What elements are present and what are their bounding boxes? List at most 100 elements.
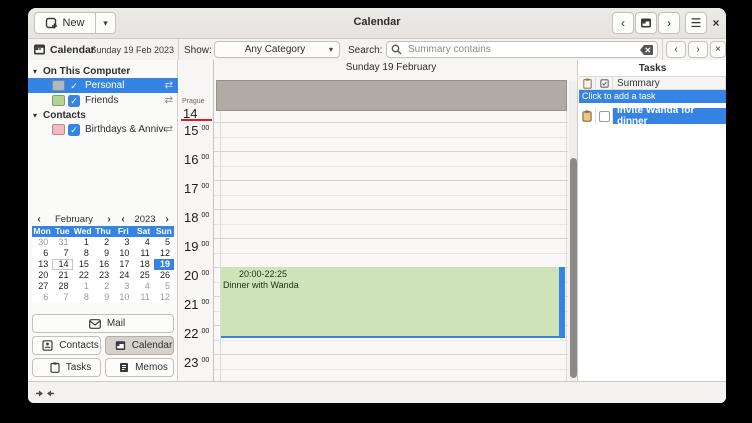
mini-cal-day[interactable]: 5 xyxy=(154,281,174,292)
status-bar xyxy=(28,381,726,403)
mini-cal-day[interactable]: 27 xyxy=(32,281,52,292)
mini-cal-day[interactable]: 4 xyxy=(133,281,153,292)
switcher-mail-button[interactable]: Mail xyxy=(32,314,174,333)
mini-cal-day[interactable]: 14 xyxy=(52,259,72,270)
switcher-label: Calendar xyxy=(132,340,173,351)
mini-cal-day[interactable]: 30 xyxy=(32,237,52,248)
online-status-icon[interactable] xyxy=(36,389,54,398)
mini-cal-day[interactable]: 10 xyxy=(113,248,133,259)
scrollbar-thumb[interactable] xyxy=(570,158,577,378)
tasks-summary-column-header[interactable]: Summary xyxy=(613,77,726,89)
switcher-label: Tasks xyxy=(66,362,92,373)
tasks-complete-column-header[interactable] xyxy=(596,77,613,89)
mini-cal-day[interactable]: 25 xyxy=(133,270,153,281)
check-icon: ✓ xyxy=(70,125,78,135)
calendar-label: Personal xyxy=(85,80,165,91)
switcher-calendar-button[interactable]: Calendar xyxy=(105,336,174,355)
mini-cal-day[interactable]: 28 xyxy=(52,281,72,292)
mini-cal-day[interactable]: 7 xyxy=(52,292,72,303)
mini-cal-day[interactable]: 4 xyxy=(133,237,153,248)
event-selection-bar xyxy=(559,267,565,336)
event-dinner-with-wanda[interactable]: 20:00-22:25 Dinner with Wanda xyxy=(221,267,565,338)
calendar-checkbox[interactable]: ✓ xyxy=(68,95,80,107)
hour-gridline xyxy=(214,209,568,210)
today-button[interactable] xyxy=(635,12,657,34)
mini-cal-day[interactable]: 1 xyxy=(73,281,93,292)
mini-cal-day[interactable]: 2 xyxy=(93,281,113,292)
clear-search-icon[interactable] xyxy=(640,45,653,55)
next-button[interactable]: › xyxy=(658,12,680,34)
menu-button[interactable]: ☰ xyxy=(685,12,707,34)
task-checkbox[interactable] xyxy=(599,111,610,122)
search-next-button[interactable]: › xyxy=(688,41,708,58)
search-close-button[interactable]: × xyxy=(710,41,726,58)
mini-cal-day[interactable]: 8 xyxy=(73,292,93,303)
task-row[interactable]: Invite Wanda for dinner xyxy=(579,108,726,124)
mini-cal-prev-month-button[interactable]: ‹ xyxy=(32,214,46,225)
mini-cal-day[interactable]: 9 xyxy=(93,292,113,303)
mini-cal-day[interactable]: 19 xyxy=(154,259,174,270)
mini-cal-day[interactable]: 26 xyxy=(154,270,174,281)
mini-cal-day[interactable]: 8 xyxy=(73,248,93,259)
mini-cal-day[interactable]: 6 xyxy=(32,248,52,259)
hour-label: 1700 xyxy=(184,181,209,196)
mini-cal-next-month-button[interactable]: › xyxy=(102,214,116,225)
mini-cal-day[interactable]: 21 xyxy=(52,270,72,281)
switcher-tasks-button[interactable]: Tasks xyxy=(32,358,101,377)
mini-cal-day[interactable]: 2 xyxy=(93,237,113,248)
timezone-label: Prague xyxy=(182,98,205,105)
mini-cal-next-year-button[interactable]: › xyxy=(160,214,174,225)
mini-cal-day[interactable]: 23 xyxy=(93,270,113,281)
half-hour-gridline xyxy=(214,195,568,196)
mini-cal-day[interactable]: 5 xyxy=(154,237,174,248)
mini-cal-day[interactable]: 16 xyxy=(93,259,113,270)
switcher-memos-button[interactable]: Memos xyxy=(105,358,174,377)
switcher-label: Memos xyxy=(135,362,168,373)
calendar-checkbox[interactable]: ✓ xyxy=(68,124,80,136)
close-icon: × xyxy=(715,44,721,55)
close-window-button[interactable]: × xyxy=(707,12,725,34)
mini-cal-day[interactable]: 22 xyxy=(73,270,93,281)
mini-cal-day[interactable]: 11 xyxy=(133,292,153,303)
mini-cal-day[interactable]: 15 xyxy=(73,259,93,270)
clipboard-icon xyxy=(582,110,592,122)
search-previous-button[interactable]: ‹ xyxy=(666,41,686,58)
calendar-icon xyxy=(115,340,126,351)
calendar-row-birthdays[interactable]: ✓ Birthdays & Anniver... ⇄ xyxy=(28,122,178,137)
mini-cal-day[interactable]: 6 xyxy=(32,292,52,303)
tasks-type-column-header[interactable] xyxy=(579,77,596,89)
mini-cal-day[interactable]: 31 xyxy=(52,237,72,248)
all-day-band[interactable] xyxy=(216,80,567,111)
mini-cal-day[interactable]: 12 xyxy=(154,292,174,303)
group-on-this-computer[interactable]: ▾ On This Computer xyxy=(28,64,178,78)
evolution-window: New ▾ Calendar ‹ › ☰ × Calendar xyxy=(28,8,726,403)
category-dropdown[interactable]: Any Category ▾ xyxy=(214,41,340,58)
mini-cal-day[interactable]: 11 xyxy=(133,248,153,259)
hour-label: 1800 xyxy=(184,210,209,225)
mini-cal-month: February xyxy=(46,214,102,225)
switcher-contacts-button[interactable]: Contacts xyxy=(32,336,101,355)
mini-cal-day[interactable]: 3 xyxy=(113,281,133,292)
add-task-row[interactable]: Click to add a task xyxy=(579,90,726,103)
previous-button[interactable]: ‹ xyxy=(612,12,634,34)
mini-cal-day[interactable]: 17 xyxy=(113,259,133,270)
calendar-row-personal[interactable]: ✓ Personal ⇄ xyxy=(28,78,178,93)
mini-cal-day[interactable]: 1 xyxy=(73,237,93,248)
expander-icon: ▾ xyxy=(33,111,43,120)
mini-cal-day[interactable]: 12 xyxy=(154,248,174,259)
calendar-checkbox[interactable]: ✓ xyxy=(68,80,80,92)
mini-cal-day[interactable]: 7 xyxy=(52,248,72,259)
mini-cal-day[interactable]: 13 xyxy=(32,259,52,270)
mini-cal-day[interactable]: 10 xyxy=(113,292,133,303)
search-input[interactable] xyxy=(406,43,636,56)
day-grid[interactable]: 20:00-22:25 Dinner with Wanda xyxy=(214,111,568,381)
mini-cal-day[interactable]: 3 xyxy=(113,237,133,248)
day-view-scrollbar[interactable] xyxy=(569,80,577,381)
mini-cal-day[interactable]: 9 xyxy=(93,248,113,259)
mini-cal-day[interactable]: 24 xyxy=(113,270,133,281)
mini-cal-prev-year-button[interactable]: ‹ xyxy=(116,214,130,225)
mini-cal-day[interactable]: 18 xyxy=(133,259,153,270)
calendar-row-friends[interactable]: ✓ Friends ⇄ xyxy=(28,93,178,108)
mini-cal-day[interactable]: 20 xyxy=(32,270,52,281)
group-contacts[interactable]: ▾ Contacts xyxy=(28,108,178,122)
